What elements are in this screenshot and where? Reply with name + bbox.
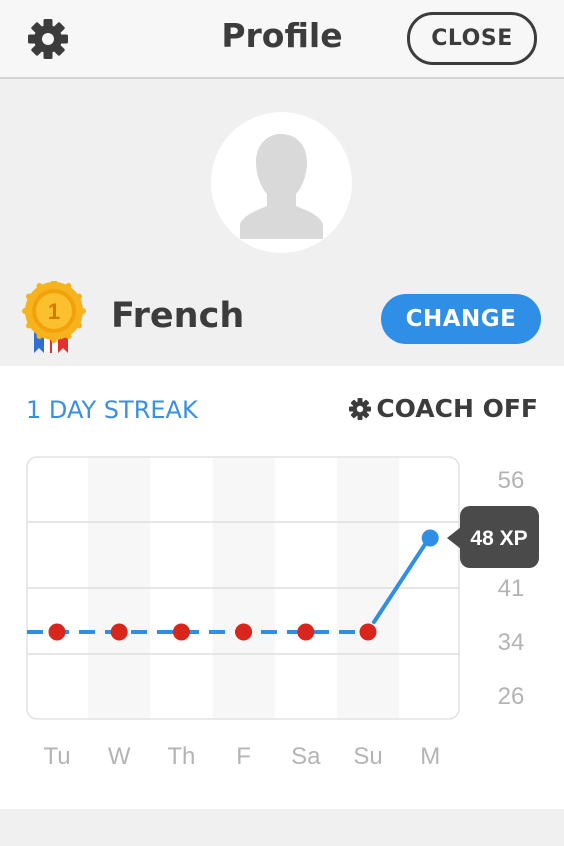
x-tick-label: Sa [291, 743, 321, 770]
goal-point [235, 623, 253, 641]
x-tick-label: W [108, 743, 131, 770]
y-tick-label: 56 [498, 467, 525, 494]
y-tick-label: 34 [498, 629, 525, 656]
goal-point [48, 623, 66, 641]
goal-point [110, 623, 128, 641]
x-tick-label: Th [167, 743, 195, 770]
x-tick-label: Su [353, 743, 382, 770]
goal-point [359, 623, 377, 641]
x-tick-label: Tu [43, 743, 70, 770]
goal-point [297, 623, 315, 641]
x-tick-label: F [236, 743, 251, 770]
series-point [421, 529, 439, 547]
tooltip-label: 48 XP [470, 527, 527, 550]
goal-point [172, 623, 190, 641]
y-tick-label: 41 [498, 575, 525, 602]
y-tick-label: 26 [498, 683, 525, 710]
xp-chart: 56 41 34 26 Tu W Th F Sa Su M 48 XP [26, 456, 539, 770]
x-tick-label: M [420, 743, 440, 770]
